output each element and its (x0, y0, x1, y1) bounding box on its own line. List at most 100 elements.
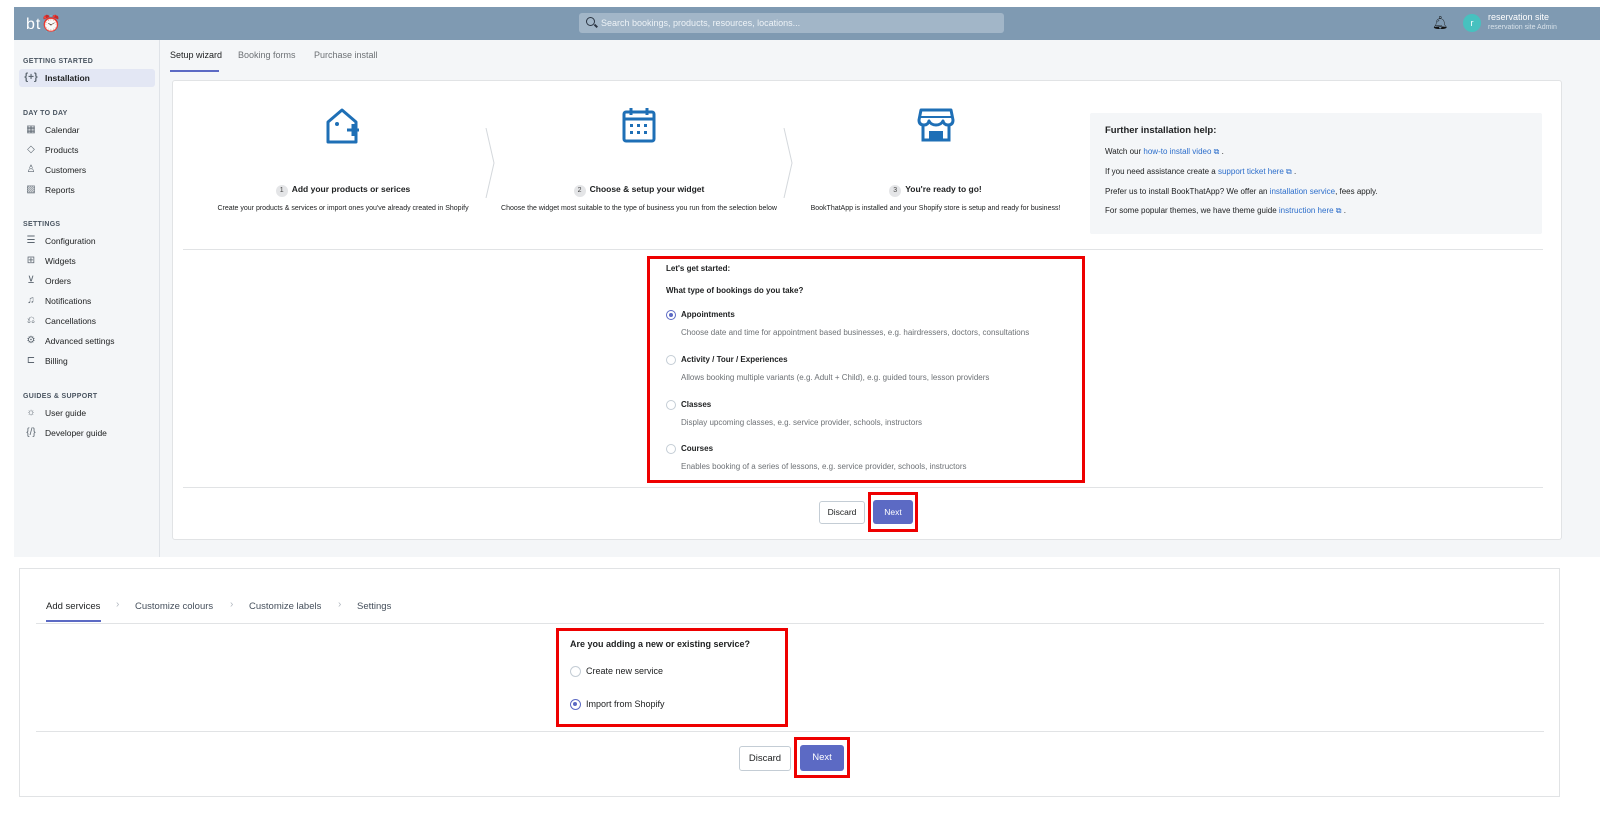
sidebar-item-configuration[interactable]: ☰ Configuration (19, 232, 155, 250)
sidebar-item-billing[interactable]: ⊏ Billing (19, 352, 155, 370)
sidebar-section-title: GUIDES & SUPPORT (23, 393, 98, 400)
sidebar-item-label: Billing (45, 356, 68, 366)
step-title-text: Choose & setup your widget (589, 184, 705, 194)
sidebar-item-orders[interactable]: ⊻ Orders (19, 272, 155, 290)
step-description: Choose the widget most suitable to the t… (501, 205, 777, 212)
help-line: If you need assistance create a support … (1105, 167, 1527, 177)
tag-icon: ◇ (27, 144, 35, 155)
download-box-icon: ⊻ (27, 275, 35, 286)
option-description: Enables booking of a series of lessons, … (681, 462, 967, 471)
step-number: 2 (573, 185, 586, 197)
installation-help-panel: Further installation help: Watch our how… (1090, 113, 1542, 234)
sliders-icon: ☰ (26, 235, 36, 246)
tab-add-services[interactable]: Add services (46, 601, 100, 612)
step-description: Create your products & services or impor… (217, 205, 469, 212)
option-label[interactable]: Import from Shopify (586, 699, 665, 709)
option-description: Allows booking multiple variants (e.g. A… (681, 373, 990, 382)
theme-instruction-link[interactable]: instruction here (1279, 206, 1334, 215)
tab-purchase-install[interactable]: Purchase install (314, 50, 378, 60)
global-search-input[interactable]: Search bookings, products, resources, lo… (579, 13, 1004, 33)
sidebar-item-reports[interactable]: ▨ Reports (19, 181, 155, 199)
sidebar-item-widgets[interactable]: ⊞ Widgets (19, 252, 155, 270)
how-to-video-link[interactable]: how-to install video (1143, 147, 1211, 156)
option-label[interactable]: Classes (681, 400, 711, 409)
help-text: . (1341, 206, 1346, 215)
option-label[interactable]: Activity / Tour / Experiences (681, 355, 788, 364)
external-link-icon[interactable]: ⧉ (1334, 206, 1342, 215)
user-name[interactable]: reservation site (1488, 12, 1549, 22)
help-line: For some popular themes, we have theme g… (1105, 206, 1527, 216)
gear-icon: ⚙ (26, 335, 36, 346)
next-button[interactable]: Next (800, 745, 844, 771)
step-number: 3 (889, 185, 902, 197)
option-label[interactable]: Create new service (586, 666, 663, 676)
avatar[interactable]: r (1463, 14, 1481, 32)
tab-customize-colours[interactable]: Customize colours (135, 601, 213, 612)
user-role: reservation site Admin (1488, 24, 1557, 31)
sidebar-item-developer-guide[interactable]: {/} Developer guide (19, 424, 155, 442)
search-icon (586, 17, 595, 26)
app-logo[interactable]: bt⏰ (26, 14, 62, 34)
step-title: 3 You're ready to go! (793, 184, 1078, 197)
help-text: Watch our (1105, 147, 1144, 156)
storefront-icon (917, 108, 954, 142)
sidebar-section-title: SETTINGS (23, 221, 61, 228)
sidebar-item-advanced-settings[interactable]: ⚙ Advanced settings (19, 332, 155, 350)
sidebar-item-calendar[interactable]: ▦ Calendar (19, 121, 155, 139)
help-text: . (1291, 167, 1297, 176)
sidebar-item-label: Calendar (45, 125, 80, 135)
next-button[interactable]: Next (873, 500, 913, 524)
sidebar-item-products[interactable]: ◇ Products (19, 141, 155, 159)
help-title: Further installation help: (1105, 125, 1217, 136)
help-text: . (1219, 147, 1224, 156)
sidebar-item-notifications[interactable]: ♫ Notifications (19, 292, 155, 310)
booking-type-question: What type of bookings do you take? (666, 286, 804, 295)
tab-booking-forms[interactable]: Booking forms (238, 50, 296, 60)
setup-wizard-card: 1 Add your products or serices Create you… (172, 80, 1562, 540)
brackets-plus-icon: {+} (24, 72, 38, 83)
sidebar-item-label: Advanced settings (45, 336, 115, 346)
sidebar-item-label: User guide (45, 408, 87, 418)
sidebar-section-title: GETTING STARTED (23, 58, 94, 65)
radio-classes[interactable] (666, 400, 676, 410)
chart-icon: ▨ (26, 184, 36, 195)
sidebar-item-label: Developer guide (45, 428, 107, 438)
radio-activity-tour[interactable] (666, 355, 676, 365)
sidebar: GETTING STARTED {+} Installation DAY TO … (14, 40, 160, 557)
help-text: , fees apply. (1335, 187, 1378, 196)
sidebar-item-installation[interactable]: {+} Installation (19, 69, 155, 87)
external-link-icon[interactable]: ⧉ (1284, 167, 1292, 176)
sidebar-item-user-guide[interactable]: ☼ User guide (19, 404, 155, 422)
option-label[interactable]: Courses (681, 444, 713, 453)
sidebar-item-label: Notifications (45, 296, 92, 306)
sidebar-item-label: Orders (45, 276, 71, 286)
widgets-icon: ⊞ (26, 255, 36, 266)
discard-button[interactable]: Discard (819, 501, 865, 524)
step-title: 1 Add your products or serices (193, 184, 493, 197)
sidebar-item-cancellations[interactable]: ⎌ Cancellations (19, 312, 155, 330)
radio-appointments[interactable] (666, 310, 676, 320)
tab-setup-wizard[interactable]: Setup wizard (170, 50, 222, 60)
installation-service-link[interactable]: installation service (1270, 187, 1335, 196)
bell-icon: ♫ (27, 295, 35, 306)
radio-courses[interactable] (666, 444, 676, 454)
step-separator-icon (783, 128, 793, 198)
top-bar: bt⏰ Search bookings, products, resources… (14, 7, 1600, 40)
sidebar-item-label: Cancellations (45, 316, 97, 326)
support-ticket-link[interactable]: support ticket here (1218, 167, 1284, 176)
discard-button[interactable]: Discard (739, 746, 791, 771)
bell-icon[interactable]: 🔔︎ (1432, 15, 1449, 31)
sidebar-item-label: Products (45, 145, 79, 155)
sidebar-item-customers[interactable]: ♙ Customers (19, 161, 155, 179)
step-add-products: 1 Add your products or serices Create you… (193, 81, 493, 241)
option-label[interactable]: Appointments (681, 310, 735, 319)
product-add-icon (326, 108, 359, 144)
tab-customize-labels[interactable]: Customize labels (249, 601, 321, 612)
service-type-question: Are you adding a new or existing service… (570, 639, 751, 649)
radio-import-from-shopify[interactable] (570, 699, 581, 710)
step-description: BookThatApp is installed and your Shopif… (810, 205, 1061, 212)
tab-settings[interactable]: Settings (357, 601, 391, 612)
radio-create-new-service[interactable] (570, 666, 581, 677)
sidebar-item-label: Reports (45, 185, 75, 195)
sidebar-item-label: Installation (45, 73, 90, 83)
